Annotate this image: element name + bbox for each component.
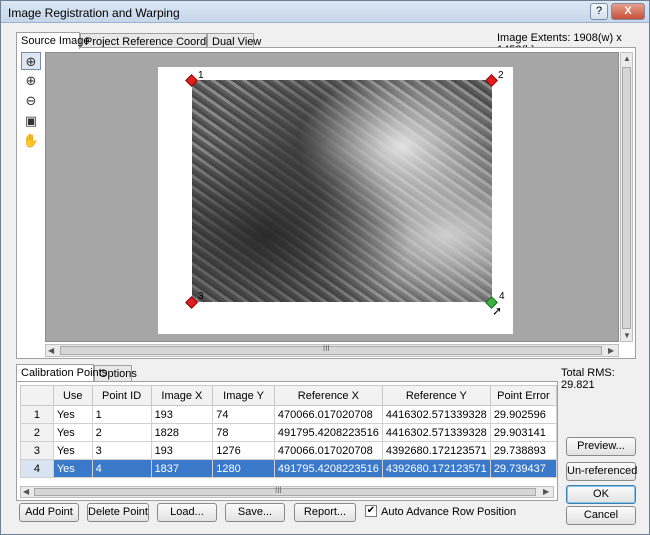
cell-point-error[interactable]: 29.903141 (489, 423, 558, 442)
cell-point-error[interactable]: 29.738893 (489, 441, 558, 460)
cell-use[interactable]: Yes (52, 423, 93, 442)
ok-button[interactable]: OK (566, 485, 636, 504)
scroll-left-icon[interactable]: ◀ (48, 346, 54, 355)
control-point-label-4: 4 (499, 291, 505, 302)
row-number[interactable]: 3 (20, 441, 54, 460)
crosshair-icon[interactable]: ⊕ (21, 52, 41, 70)
zoom-out-icon[interactable]: ⊖ (21, 92, 41, 110)
column-header-use[interactable]: Use (52, 385, 93, 406)
cell-image-y[interactable]: 78 (212, 423, 275, 442)
horizontal-scroll-thumb[interactable]: III (60, 344, 602, 355)
zoom-in-icon[interactable]: ⊕ (21, 72, 41, 90)
control-point-label-1: 1 (198, 70, 204, 81)
fit-extent-icon[interactable]: ▣ (21, 112, 41, 130)
column-header-image-x[interactable]: Image X (150, 385, 214, 406)
scroll-right-icon[interactable]: ▶ (608, 346, 614, 355)
grid-scroll-right-icon[interactable]: ▶ (543, 487, 549, 496)
cell-use[interactable]: Yes (52, 459, 93, 478)
auto-advance-checkbox[interactable]: ✔ (365, 505, 377, 517)
cell-reference-x[interactable]: 470066.017020708 (273, 441, 383, 460)
cell-point-id[interactable]: 1 (91, 405, 152, 424)
table-row[interactable]: 1 Yes 1 193 74 470066.017020708 4416302.… (20, 405, 558, 424)
report-button[interactable]: Report... (294, 503, 356, 522)
column-header-reference-x[interactable]: Reference X (273, 385, 383, 406)
cell-reference-x[interactable]: 491795.4208223516 (273, 423, 383, 442)
tab-source-image[interactable]: Source Image (16, 32, 89, 49)
help-button[interactable]: ? (590, 3, 608, 20)
total-rms-label: Total RMS: 29.821 (561, 367, 615, 391)
cell-image-x[interactable]: 1837 (150, 459, 214, 478)
control-point-label-3: 3 (198, 291, 204, 302)
calibration-table: Use Point ID Image X Image Y Reference X… (20, 385, 558, 478)
cell-point-error[interactable]: 29.902596 (489, 405, 558, 424)
table-row-selected[interactable]: 4 Yes 4 1837 1280 491795.4208223516 4392… (20, 459, 558, 478)
dialog-window: Image Registration and Warping ? X Sourc… (0, 0, 650, 535)
column-header-reference-y[interactable]: Reference Y (381, 385, 491, 406)
cell-reference-x[interactable]: 491795.4208223516 (273, 459, 383, 478)
grid-scroll-grip-icon: III (275, 486, 282, 495)
window-title: Image Registration and Warping (8, 6, 180, 20)
viewport-vertical-scrollbar[interactable]: ▲ ▼ (620, 52, 633, 342)
column-header-rownum (20, 385, 54, 406)
table-header-row: Use Point ID Image X Image Y Reference X… (20, 385, 558, 406)
add-point-button[interactable]: Add Point (19, 503, 79, 522)
source-image-panel: ⊕ ⊕ ⊖ ▣ ✋ 1 2 3 4 ➚ ▲ ▼ ◀ III ▶ (16, 47, 636, 359)
save-button[interactable]: Save... (225, 503, 285, 522)
cell-image-y[interactable]: 74 (212, 405, 275, 424)
row-number[interactable]: 2 (20, 423, 54, 442)
cell-reference-y[interactable]: 4416302.571339328 (381, 423, 491, 442)
grid-horizontal-scrollbar[interactable]: ◀ III ▶ (20, 486, 554, 498)
grid-scroll-thumb[interactable]: III (34, 486, 536, 496)
delete-point-button[interactable]: Delete Point (87, 503, 149, 522)
pan-hand-icon[interactable]: ✋ (21, 132, 41, 150)
title-bar[interactable]: Image Registration and Warping ? X (1, 1, 649, 23)
tab-calibration-points[interactable]: Calibration Points (16, 364, 107, 381)
unreferenced-button[interactable]: Un-referenced (566, 462, 637, 481)
auto-advance-label[interactable]: Auto Advance Row Position (381, 506, 516, 518)
cell-point-id[interactable]: 4 (91, 459, 152, 478)
row-number[interactable]: 1 (20, 405, 54, 424)
cell-reference-y[interactable]: 4416302.571339328 (381, 405, 491, 424)
image-viewport[interactable]: 1 2 3 4 ➚ (45, 52, 619, 342)
cell-image-y[interactable]: 1280 (212, 459, 275, 478)
image-page (158, 67, 513, 334)
close-button[interactable]: X (611, 3, 645, 20)
mouse-cursor-icon: ➚ (492, 304, 503, 318)
cell-reference-x[interactable]: 470066.017020708 (273, 405, 383, 424)
control-point-label-2: 2 (498, 70, 504, 81)
cell-point-error[interactable]: 29.739437 (489, 459, 558, 478)
preview-button[interactable]: Preview... (566, 437, 636, 456)
scroll-down-icon[interactable]: ▼ (623, 331, 631, 340)
cell-reference-y[interactable]: 4392680.172123571 (381, 441, 491, 460)
cell-use[interactable]: Yes (52, 405, 93, 424)
table-row[interactable]: 3 Yes 3 193 1276 470066.017020708 439268… (20, 441, 558, 460)
vertical-scroll-thumb[interactable] (622, 67, 631, 329)
column-header-point-error[interactable]: Point Error (489, 385, 558, 406)
cell-point-id[interactable]: 3 (91, 441, 152, 460)
cell-reference-y[interactable]: 4392680.172123571 (381, 459, 491, 478)
cell-image-x[interactable]: 193 (150, 441, 214, 460)
grid-scroll-left-icon[interactable]: ◀ (23, 487, 29, 496)
cell-image-x[interactable]: 1828 (150, 423, 214, 442)
row-number[interactable]: 4 (20, 459, 54, 478)
cell-image-x[interactable]: 193 (150, 405, 214, 424)
table-row[interactable]: 2 Yes 2 1828 78 491795.4208223516 441630… (20, 423, 558, 442)
column-header-point-id[interactable]: Point ID (91, 385, 152, 406)
aerial-photo (192, 80, 492, 302)
viewport-horizontal-scrollbar[interactable]: ◀ III ▶ (45, 344, 619, 357)
load-button[interactable]: Load... (157, 503, 217, 522)
cell-point-id[interactable]: 2 (91, 423, 152, 442)
cell-use[interactable]: Yes (52, 441, 93, 460)
scroll-grip-icon: III (323, 344, 330, 353)
scroll-up-icon[interactable]: ▲ (623, 54, 631, 63)
cancel-button[interactable]: Cancel (566, 506, 636, 525)
calibration-points-grid: Use Point ID Image X Image Y Reference X… (16, 381, 558, 501)
column-header-image-y[interactable]: Image Y (212, 385, 275, 406)
cell-image-y[interactable]: 1276 (212, 441, 275, 460)
